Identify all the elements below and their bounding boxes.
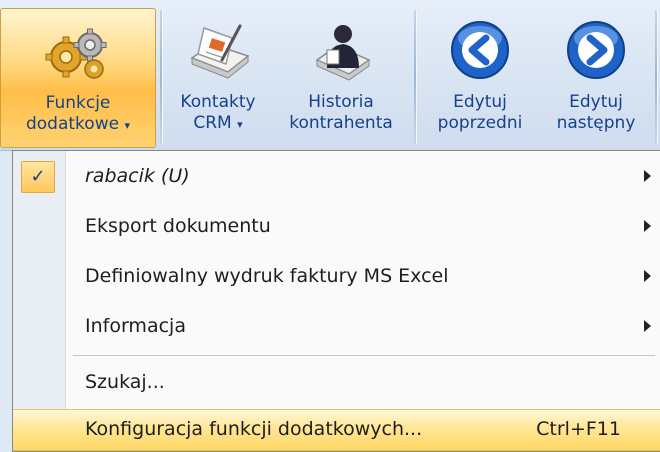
ribbon-toolbar: Funkcje dodatkowe ▾ Kontakty CRM ▾ Histo…	[0, 0, 660, 151]
kontakty-crm-button[interactable]: Kontakty CRM ▾	[166, 8, 270, 146]
poprzedni-line1: Edytuj	[453, 92, 507, 112]
menu-item-szukaj[interactable]: Szukaj...	[13, 359, 660, 407]
crm-contacts-icon	[190, 24, 250, 79]
menu-item-informacja[interactable]: Informacja	[13, 303, 660, 351]
menu-separator	[73, 355, 655, 356]
funkcje-dodatkowe-button[interactable]: Funkcje dodatkowe ▾	[0, 8, 156, 148]
funkcje-dodatkowe-line1: Funkcje	[45, 93, 111, 113]
ribbon-separator	[655, 10, 658, 144]
edytuj-nastepny-button[interactable]: Edytuj następny	[540, 8, 652, 146]
submenu-arrow-icon	[644, 270, 651, 282]
menu-item-konfiguracja[interactable]: Konfiguracja funkcji dodatkowych... Ctrl…	[13, 409, 660, 451]
nastepny-line1: Edytuj	[569, 92, 623, 112]
historia-line2: kontrahenta	[289, 113, 393, 133]
menu-item-definiowalny-wydruk[interactable]: Definiowalny wydruk faktury MS Excel	[13, 253, 660, 301]
arrow-right-circle-icon	[567, 21, 625, 79]
menu-item-label: Szukaj...	[85, 371, 165, 393]
menu-item-shortcut: Ctrl+F11	[536, 418, 621, 440]
customer-history-icon	[315, 25, 371, 81]
kontakty-crm-line2: CRM	[193, 113, 232, 133]
poprzedni-line2: poprzedni	[437, 113, 523, 133]
gears-icon	[45, 28, 107, 79]
menu-item-label: Konfiguracja funkcji dodatkowych...	[85, 418, 423, 440]
historia-line1: Historia	[308, 92, 374, 112]
submenu-arrow-icon	[644, 220, 651, 232]
ribbon-separator	[414, 10, 417, 144]
kontakty-crm-line1: Kontakty	[180, 92, 256, 112]
menu-item-label: Informacja	[85, 315, 186, 337]
submenu-arrow-icon	[644, 170, 651, 182]
edytuj-poprzedni-button[interactable]: Edytuj poprzedni	[420, 8, 540, 146]
menu-item-label: rabacik (U)	[85, 165, 190, 187]
menu-item-label: Eksport dokumentu	[85, 215, 271, 237]
chevron-down-icon: ▾	[237, 118, 243, 131]
menu-item-rabacik[interactable]: ✓ rabacik (U)	[13, 153, 660, 201]
submenu-arrow-icon	[644, 320, 651, 332]
ribbon-separator	[160, 10, 163, 144]
historia-kontrahenta-button[interactable]: Historia kontrahenta	[274, 8, 408, 146]
menu-item-eksport-dokumentu[interactable]: Eksport dokumentu	[13, 203, 660, 251]
funkcje-dodatkowe-line2: dodatkowe	[25, 114, 120, 134]
nastepny-line2: następny	[556, 113, 636, 133]
arrow-left-circle-icon	[451, 21, 509, 79]
funkcje-dodatkowe-menu: ✓ rabacik (U) Eksport dokumentu Definiow…	[12, 150, 660, 452]
checkmark-icon: ✓	[21, 161, 55, 193]
menu-item-label: Definiowalny wydruk faktury MS Excel	[85, 265, 449, 287]
chevron-down-icon: ▾	[124, 119, 130, 132]
